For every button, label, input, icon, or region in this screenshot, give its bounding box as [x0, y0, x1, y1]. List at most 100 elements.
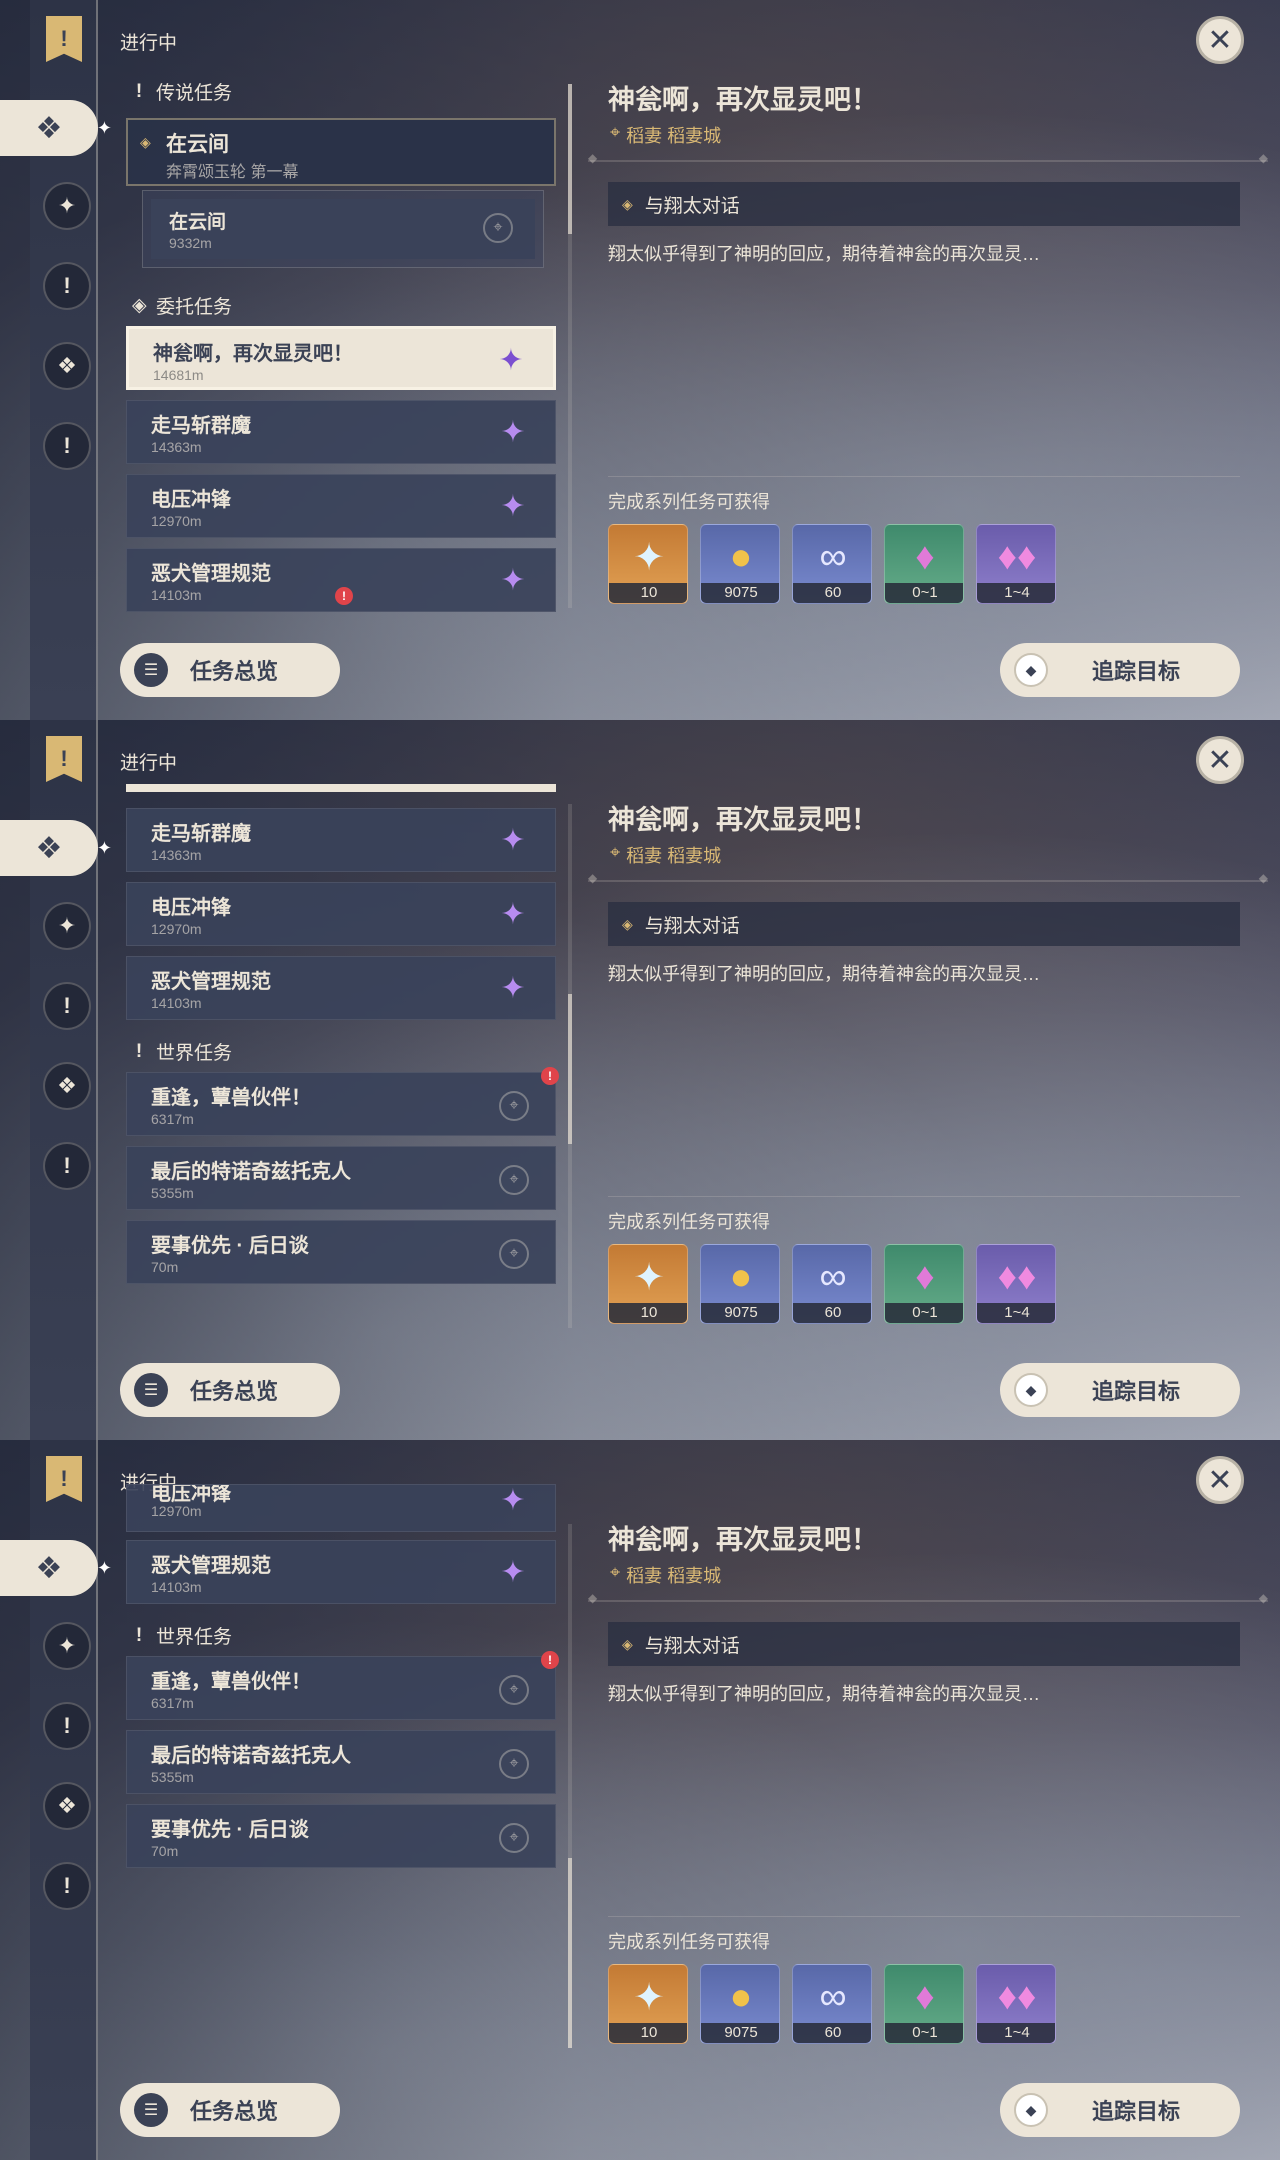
world-quest-icon[interactable]: ! [43, 982, 91, 1030]
reward-item[interactable]: ● 9075 [700, 1964, 780, 2044]
quest-item[interactable]: 要事优先 · 后日谈 70m ⌖ [126, 1220, 556, 1284]
reward-item[interactable]: ✦ 10 [608, 1244, 688, 1324]
reward-item[interactable]: ✦ 10 [608, 1964, 688, 2044]
world-quest-icon[interactable]: ! [43, 262, 91, 310]
quest-item[interactable]: 电压冲锋 12970m ✦ [126, 474, 556, 538]
quest-distance: 12970m [151, 1503, 202, 1519]
scrollbar-thumb[interactable] [568, 994, 572, 1144]
overview-label: 任务总览 [190, 1379, 279, 1404]
rewards-label: 完成系列任务可获得 [608, 1212, 770, 1232]
reward-item[interactable]: ♦♦ 1~4 [976, 1964, 1056, 2044]
quest-overview-button[interactable]: ☰ 任务总览 [120, 643, 340, 697]
reward-item[interactable]: ♦♦ 1~4 [976, 524, 1056, 604]
legend-quest-card[interactable]: ◈ 在云间 奔霄颂玉轮 第一幕 [126, 118, 556, 186]
scrollbar[interactable] [568, 804, 572, 1328]
reward-count: 1~4 [977, 2023, 1055, 2043]
quest-all-icon[interactable]: ❖ ✦ [0, 820, 112, 876]
detail-location: ⌖ 稻妻 稻妻城 [610, 842, 721, 868]
quest-detail: 神瓮啊，再次显灵吧！ ⌖ 稻妻 稻妻城 ◈ 与翔太对话 翔太似乎得到了神明的回应… [588, 1440, 1268, 2160]
detail-title: 神瓮啊，再次显灵吧！ [608, 805, 878, 835]
quest-item-partial[interactable]: 电压冲锋 12970m ✦ [126, 1484, 556, 1532]
map-pin-icon[interactable]: ⌖ [483, 213, 513, 243]
map-pin-icon[interactable]: ⌖ [499, 1239, 529, 1269]
quest-item[interactable]: 重逢，蕈兽伙伴！ 6317m ⌖ ! [126, 1651, 559, 1720]
quest-item[interactable]: 恶犬管理规范 14103m ✦ ! [126, 548, 556, 612]
quest-item-selected[interactable]: 神瓮啊，再次显灵吧！ 14681m ✦ [126, 326, 556, 390]
commission-icon[interactable]: ❖ [43, 1062, 91, 1110]
legend-sub-quest[interactable]: 在云间 9332m ⌖ [142, 190, 544, 268]
bookmark-icon[interactable]: ! [46, 16, 82, 62]
scrollbar-thumb[interactable] [568, 84, 572, 234]
reward-item[interactable]: ● 9075 [700, 1244, 780, 1324]
archon-quest-icon[interactable]: ✦ [43, 902, 91, 950]
quest-distance: 5355m [151, 1769, 194, 1785]
quest-item[interactable]: 走马斩群魔 14363m ✦ [126, 808, 556, 872]
archon-quest-icon[interactable]: ✦ [43, 182, 91, 230]
scrollbar-thumb[interactable] [568, 1858, 572, 2048]
section-legend: ! 传说任务 [132, 78, 232, 105]
world-quest-icon[interactable]: ! [43, 1702, 91, 1750]
map-pin-icon[interactable]: ⌖ [499, 1091, 529, 1121]
reward-item[interactable]: ♦ 0~1 [884, 1964, 964, 2044]
quest-title: 走马斩群魔 [151, 415, 251, 437]
quest-distance: 14103m [151, 1579, 202, 1595]
commission-icon[interactable]: ❖ [43, 1782, 91, 1830]
primogem-icon: ✦ [633, 536, 665, 579]
quest-distance: 5355m [151, 1185, 194, 1201]
legend-sub-inner: 在云间 9332m ⌖ [151, 199, 535, 259]
quest-title: 最后的特诺奇兹托克人 [151, 1745, 351, 1767]
location-pin-icon: ⌖ [610, 1562, 621, 1582]
quest-title: 电压冲锋 [151, 489, 231, 511]
reward-item[interactable]: ♦ 0~1 [884, 524, 964, 604]
rewards-row: ✦ 10 ● 9075 ∞ 60 ♦ 0~1 ♦♦ 1~4 [608, 1244, 1056, 1324]
quest-item[interactable]: 恶犬管理规范 14103m ✦ [126, 1540, 556, 1604]
reward-count: 10 [609, 1303, 687, 1323]
scrollbar[interactable] [568, 84, 572, 608]
archon-quest-icon[interactable]: ✦ [43, 1622, 91, 1670]
quest-item[interactable]: 要事优先 · 后日谈 70m ⌖ [126, 1804, 556, 1868]
scrollbar[interactable] [568, 1524, 572, 2048]
reward-item[interactable]: ♦ 0~1 [884, 1244, 964, 1324]
quest-title: 重逢，蕈兽伙伴！ [151, 1087, 311, 1109]
bookmark-icon[interactable]: ! [46, 1456, 82, 1502]
quest-item[interactable]: 最后的特诺奇兹托克人 5355m ⌖ [126, 1730, 556, 1794]
section-label: 委托任务 [156, 297, 233, 318]
map-pin-icon[interactable]: ⌖ [499, 1823, 529, 1853]
bookmark-icon[interactable]: ! [46, 736, 82, 782]
quest-item[interactable]: 走马斩群魔 14363m ✦ [126, 400, 556, 464]
reward-item[interactable]: ♦♦ 1~4 [976, 1244, 1056, 1324]
map-pin-icon[interactable]: ⌖ [499, 1165, 529, 1195]
quest-overview-button[interactable]: ☰ 任务总览 [120, 2083, 340, 2137]
reward-item[interactable]: ∞ 60 [792, 524, 872, 604]
quest-overview-button[interactable]: ☰ 任务总览 [120, 1363, 340, 1417]
quest-all-icon[interactable]: ❖ ✦ [0, 100, 112, 156]
reward-count: 60 [793, 1303, 871, 1323]
quest-item[interactable]: 电压冲锋 12970m ✦ [126, 882, 556, 946]
rewards-label: 完成系列任务可获得 [608, 1932, 770, 1952]
overview-label: 任务总览 [190, 659, 279, 684]
reward-item[interactable]: ∞ 60 [792, 1964, 872, 2044]
quest-item[interactable]: 恶犬管理规范 14103m ✦ [126, 956, 556, 1020]
document-icon: ☰ [134, 1373, 168, 1407]
map-pin-icon[interactable]: ⌖ [499, 1749, 529, 1779]
quest-item[interactable]: 最后的特诺奇兹托克人 5355m ⌖ [126, 1146, 556, 1210]
world-mark: ! [135, 1040, 143, 1062]
crystal-icon: ♦ [915, 1255, 935, 1298]
location-pin-icon: ⌖ [610, 122, 621, 142]
detail-title: 神瓮啊，再次显灵吧！ [608, 1525, 878, 1555]
commission-star-icon: ✦ [500, 1484, 526, 1517]
quest-distance: 12970m [151, 921, 202, 937]
commission-icon[interactable]: ❖ [43, 342, 91, 390]
quest-title: 最后的特诺奇兹托克人 [151, 1161, 351, 1183]
map-pin-icon[interactable]: ⌖ [499, 1675, 529, 1705]
reward-item[interactable]: ✦ 10 [608, 524, 688, 604]
exclamation-icon[interactable]: ! [43, 1142, 91, 1190]
reward-count: 9075 [701, 1303, 779, 1323]
reward-item[interactable]: ● 9075 [700, 524, 780, 604]
exclamation-icon[interactable]: ! [43, 1862, 91, 1910]
exclamation-icon[interactable]: ! [43, 422, 91, 470]
reward-item[interactable]: ∞ 60 [792, 1244, 872, 1324]
quest-item[interactable]: 重逢，蕈兽伙伴！ 6317m ⌖ ! [126, 1067, 559, 1136]
commission-star-icon: ✦ [500, 824, 526, 857]
quest-all-icon[interactable]: ❖ ✦ [0, 1540, 112, 1596]
